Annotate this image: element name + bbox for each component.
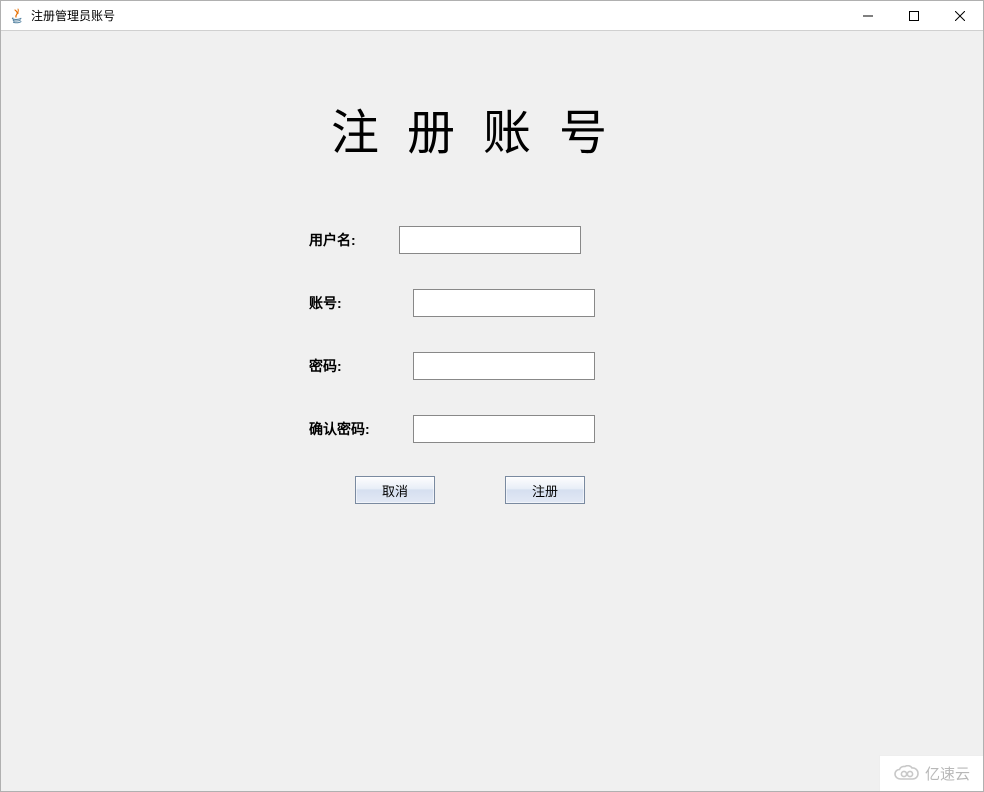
- window-controls: [845, 1, 983, 30]
- register-button[interactable]: 注册: [505, 476, 585, 504]
- account-label: 账号:: [309, 293, 399, 313]
- password-row: 密码:: [309, 352, 595, 380]
- page-heading: 注 册 账 号: [331, 93, 615, 163]
- titlebar: 注册管理员账号: [1, 1, 983, 31]
- confirm-password-label: 确认密码:: [309, 419, 399, 439]
- cancel-button[interactable]: 取消: [355, 476, 435, 504]
- content-area: 注 册 账 号 用户名: 账号: 密码: 确认密码: 取消 注册: [1, 31, 983, 791]
- cloud-icon: [893, 765, 921, 783]
- password-input[interactable]: [413, 352, 595, 380]
- account-input[interactable]: [413, 289, 595, 317]
- watermark-text: 亿速云: [925, 763, 970, 784]
- confirm-password-row: 确认密码:: [309, 415, 595, 443]
- confirm-password-input[interactable]: [413, 415, 595, 443]
- password-label: 密码:: [309, 356, 399, 376]
- username-input[interactable]: [399, 226, 581, 254]
- java-icon: [9, 8, 25, 24]
- watermark: 亿速云: [879, 755, 983, 791]
- maximize-button[interactable]: [891, 1, 937, 30]
- window-title: 注册管理员账号: [31, 7, 845, 24]
- username-label: 用户名:: [309, 230, 399, 250]
- minimize-button[interactable]: [845, 1, 891, 30]
- app-window: 注册管理员账号 注 册 账 号 用户名: 账号: 密码:: [0, 0, 984, 792]
- close-button[interactable]: [937, 1, 983, 30]
- username-row: 用户名:: [309, 226, 581, 254]
- account-row: 账号:: [309, 289, 595, 317]
